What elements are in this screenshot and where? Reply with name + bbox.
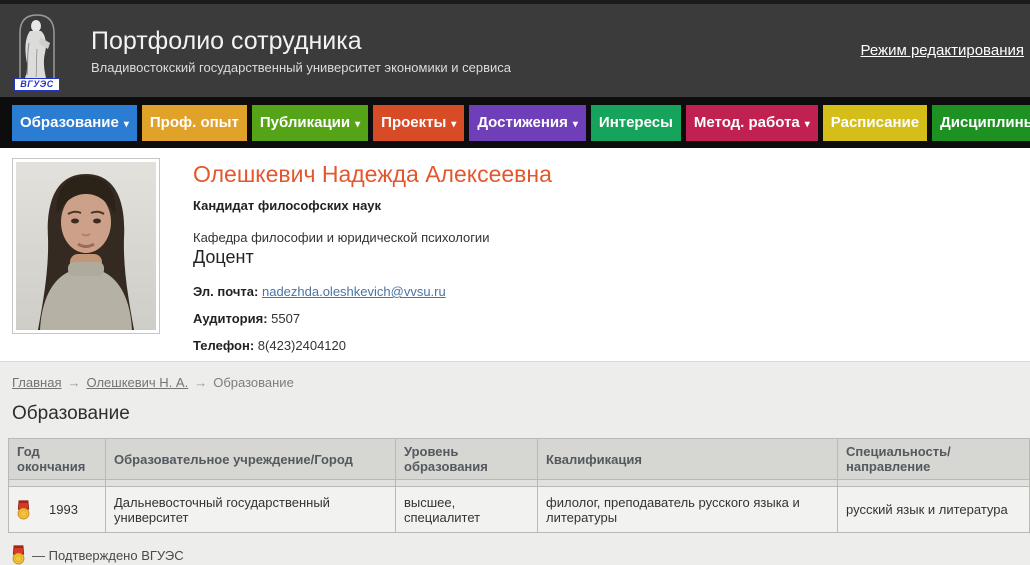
breadcrumb-person[interactable]: Олешкевич Н. А. [86, 375, 188, 390]
col-institution: Образовательное учреждение/Город [106, 439, 396, 480]
phone-value: 8(423)2404120 [258, 338, 346, 353]
verified-legend: — Подтверждено ВГУЭС [12, 545, 1030, 565]
breadcrumb-current: Образование [213, 375, 294, 390]
nav-publications[interactable]: Публикации [252, 105, 368, 141]
profile-section: Олешкевич Надежда Алексеевна Кандидат фи… [0, 148, 1030, 361]
verified-legend-text: — Подтверждено ВГУЭС [32, 548, 184, 563]
room-line: Аудитория: 5507 [193, 311, 552, 326]
nav-projects[interactable]: Проекты [373, 105, 464, 141]
breadcrumb-separator: → [194, 375, 207, 390]
chevron-down-icon [355, 119, 360, 130]
table-header-row: Год окончания Образовательное учреждение… [9, 439, 1030, 480]
email-label: Эл. почта: [193, 284, 258, 299]
department: Кафедра философии и юридической психолог… [193, 230, 552, 245]
nav-label: Проф. опыт [150, 114, 239, 131]
chevron-down-icon [805, 119, 810, 130]
table-spacer-row [9, 480, 1030, 487]
col-year: Год окончания [9, 439, 106, 480]
phone-line: Телефон: 8(423)2404120 [193, 338, 552, 353]
education-table: Год окончания Образовательное учреждение… [8, 438, 1030, 533]
col-level: Уровень образования [396, 439, 538, 480]
email-link[interactable]: nadezhda.oleshkevich@vvsu.ru [262, 284, 446, 299]
content-section: Главная → Олешкевич Н. А. → Образование Обра… [0, 361, 1030, 565]
table-row: 1993 Дальневосточный государственный уни… [9, 487, 1030, 533]
academic-degree: Кандидат философских наук [193, 198, 552, 213]
col-specialty: Специальность/ направление [838, 439, 1030, 480]
nav-schedule[interactable]: Расписание [823, 105, 927, 141]
nav-interests[interactable]: Интересы [591, 105, 681, 141]
app-header: ВГУЭС Портфолио сотрудника Владивостокск… [0, 4, 1030, 97]
breadcrumb-separator: → [67, 375, 80, 390]
phone-label: Телефон: [193, 338, 254, 353]
breadcrumb: Главная → Олешкевич Н. А. → Образование [0, 362, 1030, 390]
person-name: Олешкевич Надежда Алексеевна [193, 161, 552, 188]
nav-method-work[interactable]: Метод. работа [686, 105, 818, 141]
nav-label: Проекты [381, 114, 446, 131]
chevron-down-icon [451, 119, 456, 130]
nav-achievements[interactable]: Достижения [469, 105, 586, 141]
section-title: Образование [12, 403, 1018, 425]
cell-institution: Дальневосточный государственный универси… [106, 487, 396, 533]
vvsu-logo[interactable]: ВГУЭС [10, 9, 64, 93]
nav-disciplines[interactable]: Дисциплины [932, 105, 1030, 141]
nav-label: Образование [20, 114, 119, 131]
profile-photo [12, 158, 160, 334]
portrait-image [16, 162, 156, 330]
cell-year: 1993 [9, 487, 106, 533]
room-value: 5507 [271, 311, 300, 326]
cell-specialty: русский язык и литература [838, 487, 1030, 533]
position: Доцент [193, 247, 552, 268]
nav-label: Дисциплины [940, 114, 1030, 131]
col-qualification: Квалификация [538, 439, 838, 480]
nav-experience[interactable]: Проф. опыт [142, 105, 247, 141]
cell-qualification: филолог, преподаватель русского языка и … [538, 487, 838, 533]
email-line: Эл. почта: nadezhda.oleshkevich@vvsu.ru [193, 284, 552, 299]
page-subtitle: Владивостокский государственный универси… [91, 60, 511, 75]
verified-medal-icon [12, 545, 25, 565]
nav-label: Публикации [260, 114, 350, 131]
main-nav: Образование Проф. опыт Публикации Проект… [0, 97, 1030, 148]
nav-label: Метод. работа [694, 114, 800, 131]
page-title: Портфолио сотрудника [91, 26, 511, 56]
verified-medal-icon [17, 500, 30, 520]
breadcrumb-home[interactable]: Главная [12, 375, 61, 390]
nav-label: Интересы [599, 114, 673, 131]
room-label: Аудитория: [193, 311, 268, 326]
chevron-down-icon [573, 119, 578, 130]
nav-label: Достижения [477, 114, 568, 131]
cell-level: высшее, специалитет [396, 487, 538, 533]
logo-text: ВГУЭС [14, 78, 60, 91]
nav-label: Расписание [831, 114, 919, 131]
year-value: 1993 [49, 502, 78, 517]
edit-mode-link[interactable]: Режим редактирования [861, 42, 1024, 59]
nav-education[interactable]: Образование [12, 105, 137, 141]
chevron-down-icon [124, 119, 129, 130]
